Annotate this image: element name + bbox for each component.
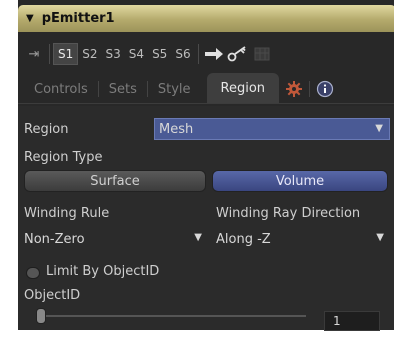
region-tab-content: Region Mesh ▼ Region Type Surface Volume…: [18, 106, 394, 331]
tab-controls[interactable]: Controls: [24, 75, 98, 103]
objectid-label: ObjectID: [24, 288, 81, 303]
slot-s2[interactable]: S2: [78, 43, 101, 65]
divider: [197, 44, 199, 64]
tab-region[interactable]: Region: [206, 73, 280, 103]
winding-ray-direction-label: Winding Ray Direction: [216, 206, 361, 221]
limit-by-objectid-label: Limit By ObjectID: [46, 264, 160, 279]
winding-rule-value: Non-Zero: [24, 231, 85, 247]
slot-s4[interactable]: S4: [125, 43, 148, 65]
winding-rule-label: Winding Rule: [24, 206, 110, 221]
region-type-label: Region Type: [24, 150, 103, 165]
slot-s1[interactable]: S1: [53, 43, 79, 65]
surface-button[interactable]: Surface: [24, 170, 206, 192]
dropdown-arrow-icon: ▼: [194, 232, 202, 243]
objectid-slider-thumb[interactable]: [36, 308, 46, 324]
dropdown-arrow-icon: ▼: [376, 232, 384, 243]
slot-s3[interactable]: S3: [102, 43, 125, 65]
slot-s5[interactable]: S5: [148, 43, 171, 65]
grid-icon[interactable]: [250, 43, 274, 65]
tab-bar: Controls Sets Style Region: [18, 73, 394, 104]
volume-button[interactable]: Volume: [212, 170, 388, 192]
slot-s6[interactable]: S6: [171, 43, 194, 65]
gear-icon[interactable]: [279, 75, 309, 103]
dropdown-arrow-icon: ▼: [375, 123, 383, 134]
limit-by-objectid-checkbox[interactable]: [26, 267, 40, 279]
info-icon[interactable]: [310, 75, 340, 103]
tab-sets[interactable]: Sets: [99, 75, 147, 103]
collapse-triangle-icon[interactable]: ▼: [26, 13, 34, 24]
tool-title: pEmitter1: [41, 11, 115, 26]
region-label: Region: [24, 122, 69, 137]
inspector-panel: ▼ pEmitter1 ⇥ S1 S2 S3 S4 S5 S6 Controls…: [18, 0, 394, 331]
objectid-slider-track[interactable]: [38, 315, 306, 317]
region-dropdown[interactable]: Mesh ▼: [154, 118, 390, 140]
key-icon[interactable]: [226, 43, 250, 65]
tool-title-bar[interactable]: ▼ pEmitter1: [18, 5, 394, 32]
pin-icon[interactable]: ⇥: [22, 43, 46, 65]
divider: [49, 44, 50, 64]
winding-direction-value: Along -Z: [216, 231, 271, 247]
toolbar: ⇥ S1 S2 S3 S4 S5 S6: [18, 39, 394, 69]
winding-rule-dropdown[interactable]: Non-Zero ▼: [20, 228, 208, 250]
winding-direction-dropdown[interactable]: Along -Z ▼: [212, 228, 390, 250]
objectid-input[interactable]: 1: [324, 311, 380, 331]
region-value: Mesh: [159, 121, 194, 137]
tab-style[interactable]: Style: [148, 75, 201, 103]
arrow-right-icon[interactable]: [202, 43, 226, 65]
